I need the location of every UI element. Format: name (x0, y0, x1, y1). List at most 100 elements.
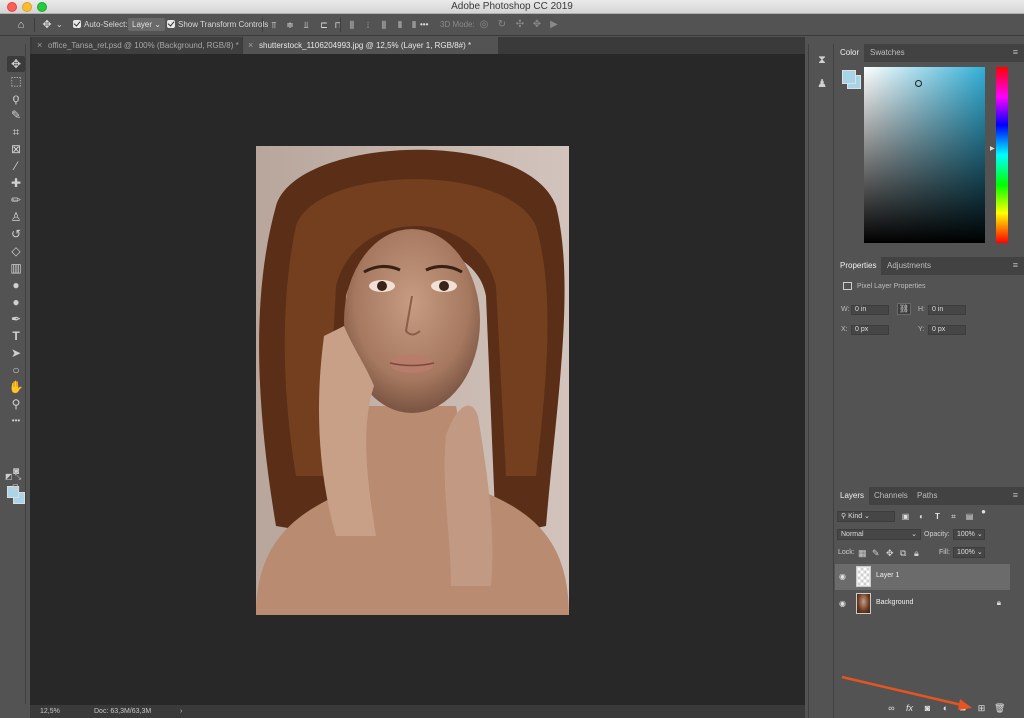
align-vcenter-icon[interactable]: ≑ (284, 18, 296, 32)
hue-slider[interactable] (996, 67, 1008, 243)
tab-swatches[interactable]: Swatches (865, 44, 910, 62)
lock-artboard-icon[interactable]: ⧉ (900, 548, 906, 559)
distribute-bottom-icon[interactable]: ⫼ (378, 18, 390, 32)
color-picker-field[interactable] (864, 67, 985, 243)
auto-select-checkbox[interactable]: Auto-Select: (73, 17, 128, 33)
link-layers-icon[interactable]: ∞ (886, 703, 897, 714)
more-options-button[interactable]: ••• (420, 17, 428, 33)
auto-select-dropdown[interactable]: Layer ⌄ (128, 17, 165, 33)
color-picker-cursor[interactable] (915, 80, 922, 87)
portrait-photo[interactable] (256, 146, 569, 615)
new-layer-icon[interactable]: ⊞ (976, 703, 987, 714)
lock-image-icon[interactable]: ✎ (872, 548, 880, 559)
3d-pan-icon[interactable]: ✣ (514, 18, 526, 32)
filter-pixel-icon[interactable]: ▣ (901, 512, 910, 521)
height-field[interactable]: 0 in (928, 305, 966, 315)
tab-paths[interactable]: Paths (912, 487, 942, 505)
zoom-level[interactable]: 12,5% (40, 705, 60, 718)
link-dimensions-icon[interactable]: ⛓ (897, 303, 911, 315)
tab-layers[interactable]: Layers (835, 487, 870, 505)
eraser-tool-icon[interactable]: ◇ (7, 243, 25, 259)
width-field[interactable]: 0 in (851, 305, 889, 315)
gradient-tool-icon[interactable]: ▥ (7, 260, 25, 276)
tab-shutterstock[interactable]: × shutterstock_1106204993.jpg @ 12,5% (L… (243, 37, 498, 54)
quick-select-tool-icon[interactable]: ✎ (7, 107, 25, 123)
filter-kind-dropdown[interactable]: ⚲ Kind ⌄ (837, 511, 895, 522)
3d-orbit-icon[interactable]: ◎ (478, 18, 490, 32)
close-tab-icon[interactable]: × (248, 37, 253, 54)
x-field[interactable]: 0 px (851, 325, 889, 335)
tool-preset-chevron-icon[interactable]: ⌄ (56, 17, 63, 33)
panel-menu-icon[interactable]: ≡ (1013, 261, 1018, 270)
layer-row-background[interactable]: ◉ Background 🔒︎ (835, 591, 1010, 617)
layer-name[interactable]: Background (876, 599, 913, 606)
move-tool-icon[interactable]: ✥ (7, 56, 25, 72)
distribute-vcenter-icon[interactable]: ⦙ (362, 18, 374, 32)
history-panel-icon[interactable]: ⧗ (814, 52, 830, 68)
tab-adjustments[interactable]: Adjustments (882, 257, 936, 275)
distribute-top-icon[interactable]: ⫼ (346, 18, 358, 32)
tab-properties[interactable]: Properties (835, 257, 882, 275)
filter-shape-icon[interactable]: ⌗ (949, 512, 958, 521)
3d-slide-icon[interactable]: ✥ (531, 18, 543, 32)
visibility-eye-icon[interactable]: ◉ (839, 599, 846, 608)
add-mask-icon[interactable]: ◙ (922, 703, 933, 714)
visibility-eye-icon[interactable]: ◉ (839, 572, 846, 581)
distribute-left-icon[interactable]: ⦀ (394, 18, 406, 32)
blur-tool-icon[interactable]: ● (7, 277, 25, 293)
home-icon[interactable]: ⌂ (14, 18, 28, 32)
hand-tool-icon[interactable]: ✋ (7, 379, 25, 395)
zoom-tool-icon[interactable]: ⚲ (7, 396, 25, 412)
path-selection-tool-icon[interactable]: ➤ (7, 345, 25, 361)
hue-pointer-icon[interactable]: ▶ (990, 145, 995, 152)
align-hcenter-icon[interactable]: ⊓ (332, 18, 344, 32)
crop-tool-icon[interactable]: ⌗ (7, 124, 25, 140)
brush-tool-icon[interactable]: ✏ (7, 192, 25, 208)
canvas-area[interactable] (30, 54, 805, 705)
screen-mode-icon[interactable]: ⧉ (7, 481, 25, 497)
panel-menu-icon[interactable]: ≡ (1013, 491, 1018, 500)
filter-type-icon[interactable]: T (933, 512, 942, 521)
lock-transparent-icon[interactable]: ▦ (858, 548, 867, 559)
quick-mask-icon[interactable]: ◙ (7, 464, 25, 480)
tab-channels[interactable]: Channels (869, 487, 913, 505)
new-group-folder-icon[interactable]: ▰ (958, 703, 969, 714)
history-brush-tool-icon[interactable]: ↺ (7, 226, 25, 242)
adjustment-layer-icon[interactable]: ◐ (940, 703, 951, 714)
move-tool-icon[interactable]: ✥ (40, 18, 54, 32)
layer-name[interactable]: Layer 1 (876, 572, 899, 579)
fill-field[interactable]: 100% ⌄ (953, 547, 985, 558)
tab-office-tansa[interactable]: × office_Tansa_ret.psd @ 100% (Backgroun… (32, 37, 242, 54)
lock-all-icon[interactable]: 🔒︎ (914, 548, 919, 559)
filter-toggle-icon[interactable]: ● (979, 507, 988, 516)
y-field[interactable]: 0 px (928, 325, 966, 335)
lock-position-icon[interactable]: ✥ (886, 548, 894, 559)
pen-tool-icon[interactable]: ✒ (7, 311, 25, 327)
distribute-right-icon[interactable]: ⫴ (408, 18, 420, 32)
marquee-tool-icon[interactable]: ⬚ (7, 73, 25, 89)
status-menu-arrow-icon[interactable]: › (180, 705, 182, 718)
panel-menu-icon[interactable]: ≡ (1013, 48, 1018, 57)
close-tab-icon[interactable]: × (37, 37, 42, 54)
layer-row-layer-1[interactable]: ◉ Layer 1 (835, 564, 1010, 590)
align-left-icon[interactable]: ⊏ (318, 18, 330, 32)
lasso-tool-icon[interactable]: ϙ (7, 90, 25, 106)
clone-stamp-tool-icon[interactable]: ♙ (7, 209, 25, 225)
filter-smart-object-icon[interactable]: ▤ (965, 512, 974, 521)
edit-toolbar-icon[interactable]: ••• (7, 413, 25, 429)
frame-tool-icon[interactable]: ⊠ (7, 141, 25, 157)
healing-brush-tool-icon[interactable]: ✚ (7, 175, 25, 191)
color-foreground-swatch[interactable] (842, 70, 856, 84)
delete-layer-icon[interactable]: 🗑︎ (994, 703, 1005, 714)
fx-icon[interactable]: fx (904, 703, 915, 714)
3d-scale-icon[interactable]: ▶ (548, 18, 560, 32)
eyedropper-tool-icon[interactable]: ⁄ (7, 158, 25, 174)
align-top-icon[interactable]: ⫪ (268, 18, 280, 32)
filter-adjustment-icon[interactable]: ◐ (917, 512, 926, 521)
blend-mode-dropdown[interactable]: Normal ⌄ (837, 529, 921, 540)
tab-color[interactable]: Color (835, 44, 865, 62)
show-transform-controls-checkbox[interactable]: Show Transform Controls (167, 17, 268, 33)
type-tool-icon[interactable]: T (7, 328, 25, 344)
opacity-field[interactable]: 100% ⌄ (953, 529, 985, 540)
dodge-tool-icon[interactable]: ● (7, 294, 25, 310)
